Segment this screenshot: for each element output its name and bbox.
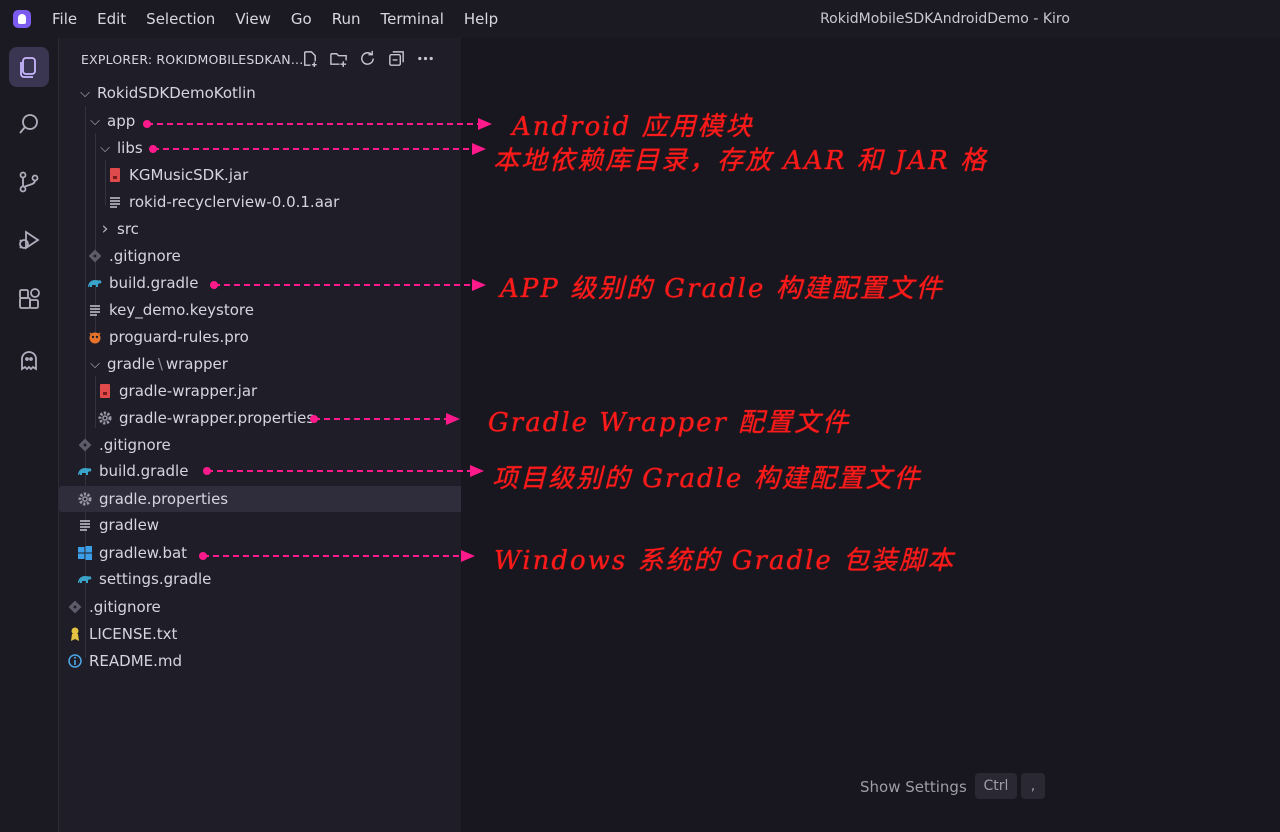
git-file-icon	[67, 599, 83, 615]
tree-file-row[interactable]: gradlew.bat	[59, 540, 472, 566]
tree-item-label: gradlew.bat	[99, 544, 188, 562]
tree-folder-row[interactable]: ⌵ gradle \ wrapper	[59, 351, 482, 377]
tree-item-label: gradle.properties	[99, 490, 229, 508]
tree-folder-row[interactable]: ⌵ libs	[59, 135, 492, 161]
tree-file-row[interactable]: gradlew	[59, 512, 472, 538]
tree-file-row[interactable]: gradle-wrapper.jar	[59, 378, 492, 404]
chevron-down-icon[interactable]: ⌵	[87, 114, 103, 129]
kbd-comma: ,	[1021, 773, 1045, 799]
show-settings-hint: Show Settings	[860, 778, 967, 796]
tree-item-label: rokid-recyclerview-0.0.1.aar	[129, 193, 340, 211]
annotation-root-build-gradle: 项目级别的 Gradle 构建配置文件	[492, 464, 922, 494]
git-file-icon	[77, 437, 93, 453]
tree-item-label: libs	[117, 139, 143, 157]
annotation-app-build-gradle: APP 级别的 Gradle 构建配置文件	[500, 274, 944, 304]
tree-folder-row[interactable]: ⌵ RokidSDKDemoKotlin	[59, 80, 472, 106]
tree-file-row[interactable]: build.gradle	[59, 270, 482, 296]
tree-file-row[interactable]: .gitignore	[59, 243, 482, 269]
tree-folder-row[interactable]: › src	[59, 216, 492, 242]
activity-bar	[0, 38, 59, 832]
more-icon[interactable]	[415, 48, 436, 69]
collapse-all-icon[interactable]	[386, 48, 407, 69]
tree-item-label: gradle-wrapper.jar	[119, 382, 258, 400]
tree-file-row[interactable]: LICENSE.txt	[59, 621, 462, 647]
tree-item-label-2: wrapper	[165, 355, 228, 373]
settings-file-icon	[77, 491, 93, 507]
title-bar: File Edit Selection View Go Run Terminal…	[0, 0, 1280, 38]
tree-item-label: build.gradle	[109, 274, 199, 292]
annotation-wrapper-properties: Gradle Wrapper 配置文件	[488, 408, 851, 438]
explorer-sidebar: EXPLORER: ROKIDMOBILESDKAN... ⌵ RokidSDKD…	[59, 38, 472, 832]
proguard-file-icon	[87, 329, 103, 345]
tree-item-label: gradle-wrapper.properties	[119, 409, 315, 427]
path-separator: \	[157, 355, 163, 373]
gradle-file-icon	[77, 571, 93, 587]
tree-item-label: src	[117, 220, 139, 238]
tree-file-row[interactable]: proguard-rules.pro	[59, 324, 482, 350]
info-file-icon	[67, 653, 83, 669]
settings-file-icon	[97, 410, 113, 426]
tree-item-label: app	[107, 112, 136, 130]
explorer-header: EXPLORER: ROKIDMOBILESDKAN...	[59, 38, 461, 80]
text-file-icon	[107, 194, 123, 210]
tree-item-label: build.gradle	[99, 462, 189, 480]
chevron-down-icon[interactable]: ⌵	[97, 141, 113, 156]
tree-file-row[interactable]: settings.gradle	[59, 566, 472, 592]
tree-file-row[interactable]: KGMusicSDK.jar	[59, 162, 502, 188]
tree-file-row[interactable]: gradle.properties	[59, 486, 472, 512]
kbd-ctrl: Ctrl	[975, 773, 1017, 799]
new-folder-icon[interactable]	[328, 48, 349, 69]
tree-file-row[interactable]: build.gradle	[59, 458, 472, 484]
run-debug-icon[interactable]	[9, 220, 49, 260]
git-file-icon	[87, 248, 103, 264]
search-icon[interactable]	[9, 104, 49, 144]
gradle-file-icon	[87, 275, 103, 291]
tree-item-label: gradle	[107, 355, 155, 373]
tree-file-row[interactable]: README.md	[59, 648, 462, 674]
chevron-right-icon[interactable]: ›	[97, 219, 113, 239]
tree-file-row[interactable]: .gitignore	[59, 594, 462, 620]
tree-item-label: key_demo.keystore	[109, 301, 254, 319]
text-file-icon	[87, 302, 103, 318]
tree-item-label: README.md	[89, 652, 183, 670]
kiro-ghost-icon[interactable]	[9, 340, 49, 380]
extensions-icon[interactable]	[9, 279, 49, 319]
tree-item-label: .gitignore	[99, 436, 171, 454]
chevron-down-icon[interactable]: ⌵	[77, 86, 93, 101]
tree-item-label: gradlew	[99, 516, 160, 534]
refresh-icon[interactable]	[357, 48, 378, 69]
tree-file-row[interactable]: key_demo.keystore	[59, 297, 482, 323]
jar-file-icon	[107, 167, 123, 183]
gradle-file-icon	[77, 463, 93, 479]
tree-file-row[interactable]: rokid-recyclerview-0.0.1.aar	[59, 189, 502, 215]
tree-item-label: settings.gradle	[99, 570, 212, 588]
window-title: RokidMobileSDKAndroidDemo - Kiro	[820, 11, 1070, 27]
tree-file-row[interactable]: gradle-wrapper.properties	[59, 405, 492, 431]
tree-item-label: .gitignore	[89, 598, 161, 616]
explorer-icon[interactable]	[9, 47, 49, 87]
new-file-icon[interactable]	[299, 48, 320, 69]
tree-item-label: KGMusicSDK.jar	[129, 166, 249, 184]
windows-file-icon	[77, 545, 93, 561]
tree-folder-row[interactable]: ⌵ app	[59, 108, 482, 134]
tree-item-label: LICENSE.txt	[89, 625, 178, 643]
source-control-icon[interactable]	[9, 162, 49, 202]
tree-item-label: RokidSDKDemoKotlin	[97, 84, 256, 102]
jar-file-icon	[97, 383, 113, 399]
chevron-down-icon[interactable]: ⌵	[87, 357, 103, 372]
annotation-libs: 本地依赖库目录，存放 AAR 和 JAR 格	[493, 146, 988, 176]
tree-item-label: proguard-rules.pro	[109, 328, 249, 346]
explorer-title: EXPLORER: ROKIDMOBILESDKAN...	[81, 52, 304, 67]
license-file-icon	[67, 626, 83, 642]
tree-item-label: .gitignore	[109, 247, 181, 265]
annotation-app: Android 应用模块	[512, 112, 754, 142]
text-file-icon	[77, 517, 93, 533]
annotation-gradlew-bat: Windows 系统的 Gradle 包装脚本	[494, 546, 956, 576]
tree-file-row[interactable]: .gitignore	[59, 432, 472, 458]
